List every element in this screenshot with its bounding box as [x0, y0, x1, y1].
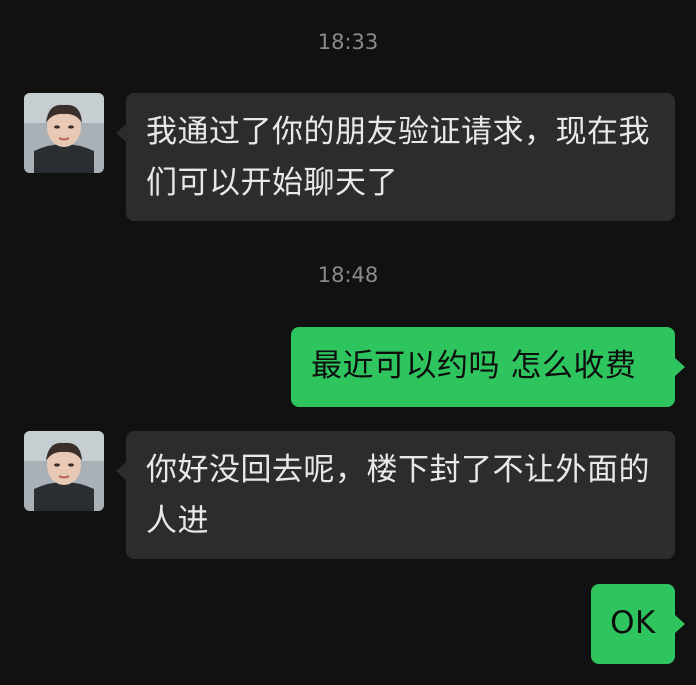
outgoing-message[interactable]: 最近可以约吗 怎么收费: [291, 327, 675, 407]
message-text: 我通过了你的朋友验证请求，现在我们可以开始聊天了: [146, 114, 650, 201]
contact-avatar-icon: [24, 431, 104, 511]
outgoing-message[interactable]: OK: [591, 584, 675, 664]
bubble-tail: [116, 124, 126, 142]
contact-avatar-icon: [24, 93, 104, 173]
bubble-tail: [116, 462, 126, 480]
timestamp: 18:33: [317, 30, 379, 54]
timestamp: 18:48: [317, 263, 379, 287]
contact-avatar[interactable]: [24, 93, 104, 173]
contact-avatar[interactable]: [24, 431, 104, 511]
bubble-tail: [675, 358, 685, 376]
incoming-message[interactable]: 你好没回去呢，楼下封了不让外面的人进: [126, 431, 675, 559]
message-text: 最近可以约吗 怎么收费: [311, 348, 637, 384]
message-text: OK: [610, 605, 656, 641]
message-text: 你好没回去呢，楼下封了不让外面的人进: [146, 452, 650, 539]
bubble-tail: [675, 615, 685, 633]
incoming-message[interactable]: 我通过了你的朋友验证请求，现在我们可以开始聊天了: [126, 93, 675, 221]
chat-view[interactable]: 18:33 我通过了你的朋友验证请求，现在我们可以开始聊天了 18:48 最近可…: [0, 0, 696, 685]
